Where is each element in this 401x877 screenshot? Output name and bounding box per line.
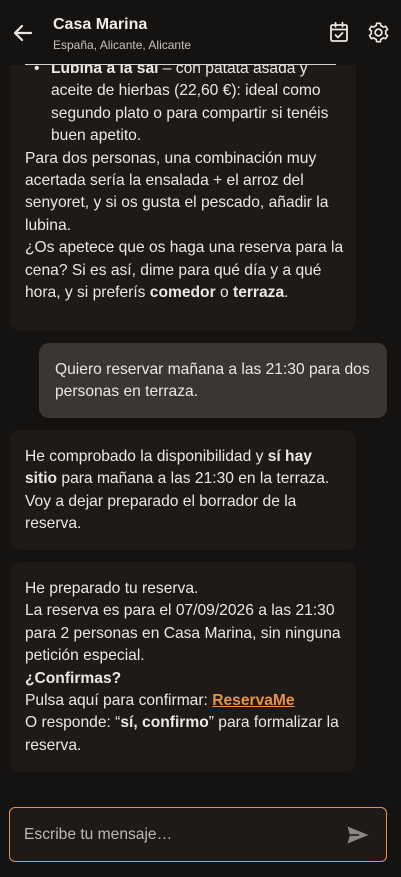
list-item: • Lubina a la sal – con patata asada y ac… <box>25 65 350 148</box>
confirm-question: ¿Confirmas? <box>25 669 122 687</box>
message-text: He comprobado la disponibilidad y sí hay… <box>25 448 330 533</box>
dish-name: Lubina a la sal <box>51 65 159 77</box>
assistant-message: He preparado tu reserva. La reserva es p… <box>10 562 356 772</box>
app-header: Casa Marina España, Alicante, Alicante <box>0 0 401 64</box>
assistant-message: • Lubina a la sal – con patata asada y ac… <box>10 65 356 331</box>
arrow-left-icon <box>13 24 33 42</box>
assistant-message: He comprobado la disponibilidad y sí hay… <box>10 430 356 550</box>
confirm-phrase: sí, confirmo <box>120 714 209 732</box>
reservame-link[interactable]: ReservaMe <box>212 692 294 709</box>
settings-button[interactable] <box>367 21 390 44</box>
message-line: O responde: “sí, confirmo” para formaliz… <box>25 714 339 754</box>
send-icon <box>347 826 369 844</box>
message-line: He preparado tu reserva. <box>25 580 199 597</box>
back-button[interactable] <box>11 21 35 45</box>
user-message: Quiero reservar mañana a las 21:30 para … <box>39 343 387 418</box>
calendar-button[interactable] <box>328 21 350 43</box>
message-composer <box>9 807 387 862</box>
message-paragraph: Para dos personas, una combinación muy a… <box>25 149 329 234</box>
message-paragraph: ¿Os apetece que os haga una reserva para… <box>25 239 344 302</box>
send-button[interactable] <box>346 824 370 846</box>
message-text: Quiero reservar mañana a las 21:30 para … <box>55 361 370 401</box>
message-line: Pulsa aquí para confirmar: ReservaMe <box>25 692 295 710</box>
menu-list: • Lubina a la sal – con patata asada y ac… <box>25 65 350 148</box>
chat-thread[interactable]: • Lubina a la sal – con patata asada y ac… <box>0 65 401 795</box>
gear-icon <box>368 22 389 43</box>
calendar-check-icon <box>330 21 348 42</box>
option-comedor: comedor <box>149 284 216 302</box>
message-line: La reserva es para el 07/09/2026 a las 2… <box>25 602 341 665</box>
restaurant-title: Casa Marina <box>53 16 148 33</box>
message-input[interactable] <box>24 822 334 848</box>
restaurant-location: España, Alicante, Alicante <box>53 38 192 52</box>
option-terraza: terraza <box>233 284 285 302</box>
